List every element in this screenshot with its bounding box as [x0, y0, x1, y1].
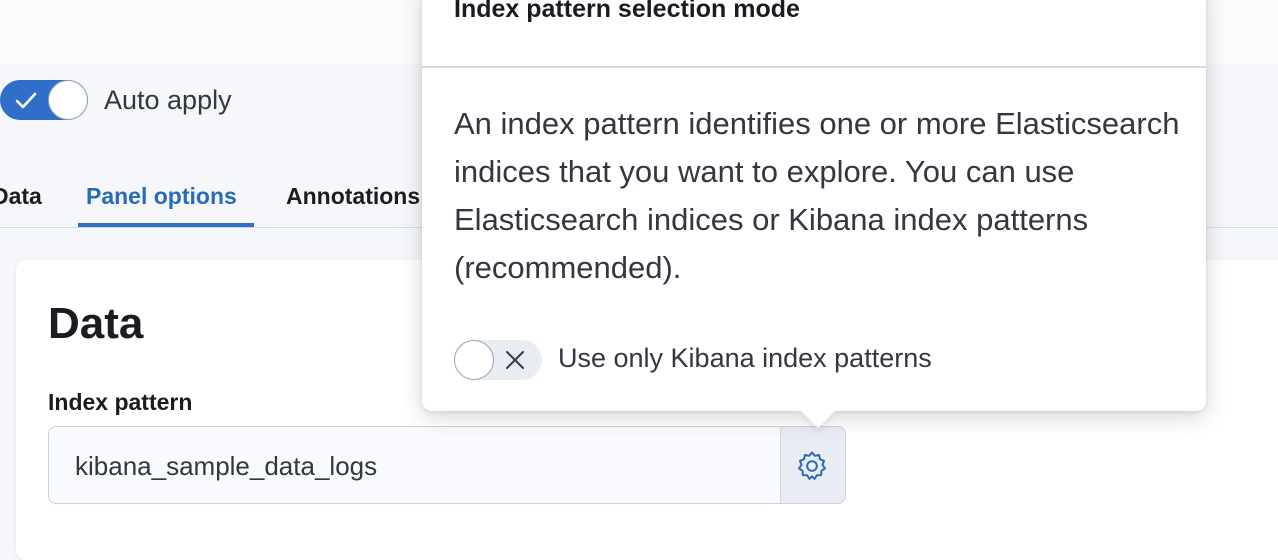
- auto-apply-switch[interactable]: [0, 80, 88, 120]
- popover-description: An index pattern identifies one or more …: [454, 106, 1180, 285]
- panel-title: Data: [48, 299, 144, 348]
- tab-data[interactable]: Data: [0, 182, 42, 210]
- index-pattern-settings-button[interactable]: [780, 427, 845, 503]
- popover-divider: [422, 66, 1206, 68]
- index-pattern-value[interactable]: kibana_sample_data_logs: [75, 451, 377, 481]
- auto-apply-label: Auto apply: [104, 85, 232, 115]
- close-icon: [506, 351, 524, 369]
- popover-title: Index pattern selection mode: [454, 0, 800, 23]
- kibana-only-switch[interactable]: [454, 340, 542, 380]
- index-pattern-input[interactable]: kibana_sample_data_logs: [48, 426, 846, 504]
- switch-knob: [454, 340, 494, 380]
- check-icon: [15, 92, 37, 109]
- kibana-only-label: Use only Kibana index patterns: [558, 343, 932, 373]
- tab-annotations[interactable]: Annotations: [286, 182, 420, 210]
- index-pattern-mode-popover: Index pattern selection mode An index pa…: [422, 0, 1206, 428]
- switch-knob: [48, 80, 88, 120]
- tab-panel-options[interactable]: Panel options: [86, 182, 237, 210]
- index-pattern-label: Index pattern: [48, 389, 193, 415]
- gear-icon: [797, 451, 827, 480]
